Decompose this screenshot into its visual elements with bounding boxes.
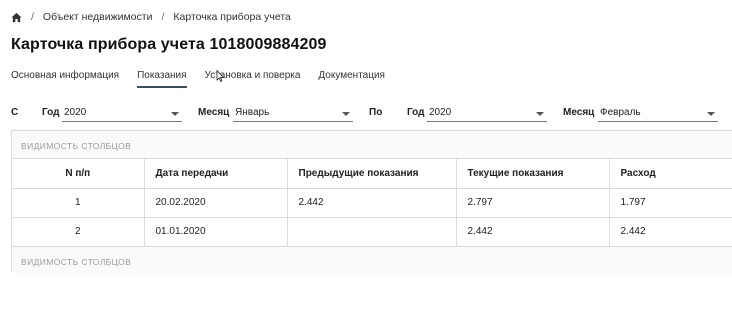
column-header-date[interactable]: Дата передачи (143, 159, 287, 189)
cell-date: 20.02.2020 (143, 188, 287, 218)
cell-current-reading: 2.442 (455, 217, 609, 246)
table-row[interactable]: 1 20.02.2020 2.442 2.797 1.797 (12, 188, 732, 218)
breadcrumb-item-property[interactable]: Объект недвижимости (43, 11, 153, 23)
breadcrumb-separator: / (31, 11, 34, 23)
from-month-value: Январь (235, 107, 270, 118)
from-year-value: 2020 (64, 107, 87, 118)
chevron-down-icon (171, 112, 179, 116)
readings-table: N п/п Дата передачи Предыдущие показания… (12, 159, 732, 246)
to-year-label: Год (407, 107, 425, 118)
readings-table-panel: Видимость столбцов N п/п Дата передачи П… (11, 130, 732, 273)
breadcrumb-item-meter-card: Карточка прибора учета (173, 11, 291, 23)
column-header-number[interactable]: N п/п (12, 159, 144, 189)
chevron-down-icon (707, 112, 715, 116)
cell-number: 2 (74, 226, 81, 238)
mouse-cursor-icon (216, 70, 224, 82)
tab-general-info[interactable]: Основная информация (11, 70, 119, 88)
cell-current-reading: 2.797 (455, 188, 609, 218)
cell-previous-reading: 2.442 (286, 188, 456, 218)
column-visibility-toggle-bottom[interactable]: Видимость столбцов (12, 246, 732, 273)
to-year-value: 2020 (429, 107, 452, 118)
cell-date: 01.01.2020 (143, 217, 287, 246)
home-icon[interactable] (11, 12, 22, 23)
column-header-previous-reading[interactable]: Предыдущие показания (286, 159, 456, 189)
from-month-label: Месяц (198, 107, 230, 118)
table-header-row: N п/п Дата передачи Предыдущие показания… (12, 159, 732, 189)
cell-consumption: 1.797 (608, 188, 732, 218)
chevron-down-icon (342, 112, 350, 116)
chevron-down-icon (536, 112, 544, 116)
to-label: По (369, 107, 383, 118)
tab-bar: Основная информация Показания Установка … (11, 70, 403, 88)
page-title: Карточка прибора учета 1018009884209 (11, 36, 327, 53)
breadcrumb-separator: / (161, 11, 165, 23)
cell-consumption: 2.442 (608, 217, 732, 246)
tab-documentation[interactable]: Документация (318, 70, 385, 88)
breadcrumb: / Объект недвижимости / Карточка прибора… (11, 9, 291, 25)
table-row[interactable]: 2 01.01.2020 2.442 2.442 (12, 217, 732, 246)
to-month-select[interactable]: Февраль (598, 104, 718, 122)
period-filter: С Год 2020 Месяц Январь По Год 2020 Меся… (11, 104, 721, 122)
from-label: С (11, 107, 19, 118)
column-header-current-reading[interactable]: Текущие показания (455, 159, 609, 189)
from-month-select[interactable]: Январь (233, 104, 353, 122)
from-year-select[interactable]: 2020 (62, 104, 182, 122)
cell-previous-reading (286, 217, 456, 246)
column-visibility-toggle[interactable]: Видимость столбцов (12, 131, 732, 159)
from-year-label: Год (42, 107, 60, 118)
tab-readings[interactable]: Показания (137, 70, 187, 88)
cell-number: 1 (12, 188, 144, 218)
column-header-consumption[interactable]: Расход (608, 159, 732, 189)
to-month-value: Февраль (600, 107, 641, 118)
to-year-select[interactable]: 2020 (427, 104, 547, 122)
to-month-label: Месяц (563, 107, 595, 118)
